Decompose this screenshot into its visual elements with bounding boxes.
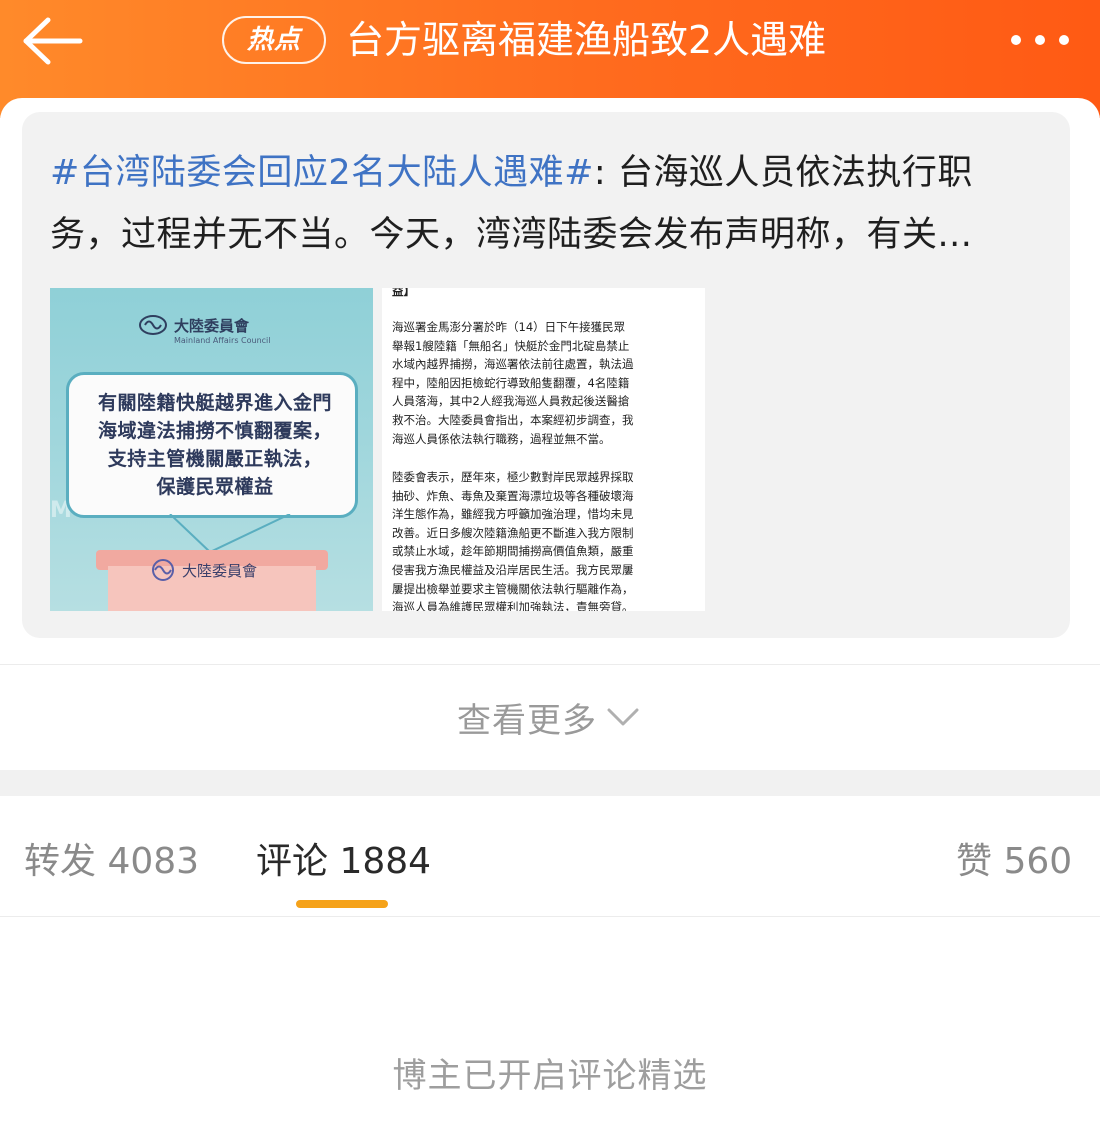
doc-line: 程中，陸船因拒檢蛇行導致船隻翻覆，4名陸籍 — [392, 375, 630, 390]
topic-link[interactable]: #台湾陆委会回应2名大陆人遇难# — [50, 153, 594, 193]
doc-line: 陸委會表示，歷年來，極少數對岸民眾越界採取 — [392, 470, 634, 484]
see-more-button[interactable]: 查看更多 — [0, 692, 1100, 742]
bubble-line: 海域違法捕撈不慎翻覆案， — [97, 420, 332, 442]
doc-line: 屢提出檢舉並要求主管機關依法執行驅離作為， — [392, 581, 634, 596]
doc-line: 海巡人員為維護民眾權利加強執法，責無旁貸。 — [392, 600, 634, 611]
comment-notice: 博主已开启评论精选 — [392, 1056, 708, 1096]
podium-label: 大陸委員會 — [182, 561, 258, 580]
doc-line: 抽砂、炸魚、毒魚及棄置海漂垃圾等各種破壞海 — [392, 488, 634, 503]
swirl-logo-icon — [152, 559, 174, 581]
post-image-2[interactable]: 益】 海巡署金馬澎分署於昨（14）日下午接獲民眾 舉報1艘陸籍「無船名」快艇於金… — [382, 288, 705, 611]
post-text: #台湾陆委会回应2名大陆人遇难#: 台海巡人员依法执行职务，过程并无不当。今天，… — [50, 142, 1050, 266]
tab-comment[interactable]: 评论 1884 — [256, 832, 431, 892]
swirl-logo-icon — [139, 315, 167, 335]
arrow-left-icon — [23, 17, 83, 65]
doc-line: 益】 — [392, 288, 415, 298]
divider — [0, 916, 1100, 917]
doc-line: 舉報1艘陸籍「無船名」快艇於金門北碇島禁止 — [392, 338, 630, 353]
post-text-line2: 务，过程并无不当。今天，湾湾陆委会发布声明称，有关... — [50, 215, 973, 255]
bubble-text: 有關陸籍快艇越界進入金門 海域違法捕撈不慎翻覆案， 支持主管機關嚴正執法， 保護… — [79, 389, 351, 501]
bubble-line: 支持主管機關嚴正執法， — [107, 448, 323, 470]
doc-line: 海巡人員係依法執行職務，過程並無不當。 — [392, 431, 611, 446]
content-sheet: #台湾陆委会回应2名大陆人遇难#: 台海巡人员依法执行职务，过程并无不当。今天，… — [0, 98, 1100, 1121]
doc-line: 侵害我方漁民權益及沿岸居民生活。我方民眾屢 — [392, 563, 634, 577]
doc-line: 改善。近日多艘次陸籍漁船更不斷進入我方限制 — [392, 525, 634, 540]
hot-badge: 热点 — [222, 16, 326, 64]
org-name-en: Mainland Affairs Council — [174, 336, 271, 345]
active-tab-indicator — [296, 900, 388, 908]
back-button[interactable] — [18, 14, 88, 68]
tab-repost[interactable]: 转发 4083 — [24, 832, 199, 892]
doc-line: 人員落海，其中2人經我海巡人員救起後送醫搶 — [392, 394, 630, 409]
bubble-line: 保護民眾權益 — [156, 476, 274, 498]
post-image-1[interactable]: MOCRACY 大陸委員會 Mainland Affairs Council 有… — [50, 288, 373, 611]
speech-bubble: 有關陸籍快艇越界進入金門 海域違法捕撈不慎翻覆案， 支持主管機關嚴正執法， 保護… — [66, 372, 358, 518]
see-more-label: 查看更多 — [457, 700, 597, 741]
page-title: 台方驱离福建渔船致2人遇难 — [346, 18, 827, 62]
section-gap — [0, 770, 1100, 796]
org-name-cn: 大陸委員會 — [174, 316, 250, 335]
doc-line: 救不治。大陸委員會指出，本案經初步調查，我 — [392, 413, 634, 427]
more-button[interactable] — [1004, 20, 1076, 60]
bubble-line: 有關陸籍快艇越界進入金門 — [97, 392, 332, 414]
podium-logo: 大陸委員會 — [148, 558, 257, 582]
chevron-down-icon — [607, 708, 639, 726]
doc-line: 洋生態作為，雖經我方呼籲加強治理，惜均未見 — [392, 507, 634, 522]
doc-line: 水域內越界捕撈，海巡署依法前往處置，執法過 — [392, 357, 634, 372]
more-dots-icon — [1011, 35, 1069, 45]
quoted-post-card[interactable]: #台湾陆委会回应2名大陆人遇难#: 台海巡人员依法执行职务，过程并无不当。今天，… — [22, 112, 1070, 638]
bubble-tail — [169, 514, 291, 554]
doc-line: 海巡署金馬澎分署於昨（14）日下午接獲民眾 — [392, 320, 626, 334]
divider — [0, 664, 1100, 665]
tab-like[interactable]: 赞 560 — [956, 832, 1072, 892]
doc-line: 或禁止水域，趁年節期間捕撈高價值魚類，嚴重 — [392, 544, 634, 559]
mac-logo: 大陸委員會 — [138, 314, 249, 336]
post-text-line1: : 台海巡人员依法执行职 — [593, 153, 973, 193]
